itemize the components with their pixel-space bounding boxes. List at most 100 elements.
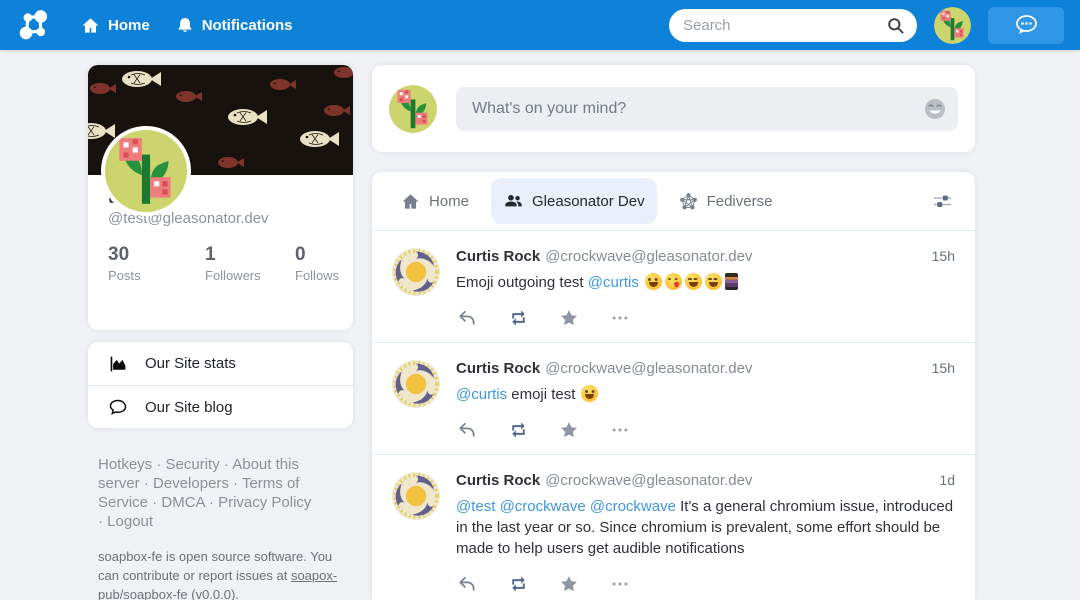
home-icon xyxy=(81,16,100,35)
post-author-name[interactable]: Curtis Rock xyxy=(456,472,540,489)
main-column: Home Gleasonator Dev Fediverse Curtis Ro… xyxy=(372,65,975,600)
area-chart-icon xyxy=(108,355,128,373)
footer-link[interactable]: Developers xyxy=(153,475,229,492)
reply-button[interactable] xyxy=(456,307,478,329)
post-header: Curtis Rock @crockwave@gleasonator.dev 1… xyxy=(456,248,955,265)
nav-item-notifications[interactable]: Notifications xyxy=(176,16,293,35)
repost-button[interactable] xyxy=(507,307,529,329)
footer-link[interactable]: DMCA xyxy=(161,494,204,511)
footer-link[interactable]: Logout xyxy=(107,513,153,530)
post-content: @test @crockwave @crockwave It's a gener… xyxy=(456,496,955,559)
site-blog-label: Our Site blog xyxy=(145,399,233,416)
tab-fediverse[interactable]: Fediverse xyxy=(667,178,785,225)
search-input[interactable] xyxy=(669,9,917,42)
post: Curtis Rock @crockwave@gleasonator.dev 1… xyxy=(372,454,975,600)
stat-followers-label: Followers xyxy=(205,268,295,283)
tab-home[interactable]: Home xyxy=(389,178,481,225)
stat-followers[interactable]: 1 Followers xyxy=(205,244,295,283)
speech-bubble-icon xyxy=(108,398,128,416)
timeline-posts: Curtis Rock @crockwave@gleasonator.dev 1… xyxy=(372,230,975,600)
compose-input[interactable] xyxy=(456,87,958,131)
fediverse-icon xyxy=(679,192,698,211)
tab-gleasonator-dev[interactable]: Gleasonator Dev xyxy=(491,178,657,224)
footer-link[interactable]: Hotkeys xyxy=(98,456,152,473)
grin-emoji xyxy=(685,273,702,290)
mention-link[interactable]: @curtis xyxy=(588,274,639,291)
nav-notifications-label: Notifications xyxy=(202,17,293,34)
primary-nav: Home Notifications xyxy=(68,16,306,35)
repost-button[interactable] xyxy=(507,419,529,441)
smile-emoji xyxy=(645,273,662,290)
post-author-avatar[interactable] xyxy=(392,472,440,520)
post-content: Emoji outgoing test @curtis xyxy=(456,272,955,293)
mention-link[interactable]: @test xyxy=(456,498,495,515)
post-author-name[interactable]: Curtis Rock xyxy=(456,248,540,265)
stat-follows-label: Follows xyxy=(295,268,339,283)
post-actions xyxy=(456,573,955,595)
mention-link[interactable]: @crockwave xyxy=(590,498,676,515)
search-wrap xyxy=(669,9,917,42)
sliders-icon xyxy=(932,192,953,211)
post-author-handle: @crockwave@gleasonator.dev xyxy=(545,360,752,377)
stat-posts-label: Posts xyxy=(108,268,205,283)
footer-links: Hotkeys · Security · About this server ·… xyxy=(98,455,320,531)
footer-link[interactable]: Security xyxy=(166,456,220,473)
post-author-avatar[interactable] xyxy=(392,248,440,296)
post-text: emoji test xyxy=(507,386,580,403)
timeline-settings-button[interactable] xyxy=(932,192,953,211)
chat-bubble-icon xyxy=(1012,13,1040,37)
smile-emoji xyxy=(581,385,598,402)
site-stats-link[interactable]: Our Site stats xyxy=(88,342,353,385)
favourite-button[interactable] xyxy=(558,307,580,329)
compose-card xyxy=(372,65,975,152)
stat-follows-value: 0 xyxy=(295,244,339,266)
stat-follows[interactable]: 0 Follows xyxy=(295,244,339,283)
nav-item-home[interactable]: Home xyxy=(81,16,150,35)
timeline-tabbar: Home Gleasonator Dev Fediverse xyxy=(372,172,975,230)
more-button[interactable] xyxy=(609,307,631,329)
reply-button[interactable] xyxy=(456,419,478,441)
emoji-picker-button[interactable] xyxy=(924,98,946,120)
post-author-handle: @crockwave@gleasonator.dev xyxy=(545,472,752,489)
footer-link[interactable]: Privacy Policy xyxy=(218,494,311,511)
soapbox-logo-icon[interactable] xyxy=(16,7,52,43)
post-author-handle: @crockwave@gleasonator.dev xyxy=(545,248,752,265)
stat-posts-value: 30 xyxy=(108,244,205,266)
more-button[interactable] xyxy=(609,419,631,441)
post-author-avatar[interactable] xyxy=(392,360,440,408)
profile-card: test @test@gleasonator.dev 30 Posts 1 Fo… xyxy=(88,65,353,330)
repost-button[interactable] xyxy=(507,573,529,595)
post-timestamp[interactable]: 15h xyxy=(932,360,955,376)
sidebar-footer: Hotkeys · Security · About this server ·… xyxy=(88,455,353,600)
compose-avatar[interactable] xyxy=(389,85,437,133)
mention-link[interactable]: @crockwave xyxy=(500,498,586,515)
mention-link[interactable]: @curtis xyxy=(456,386,507,403)
timeline-card: Home Gleasonator Dev Fediverse Curtis Ro… xyxy=(372,172,975,600)
users-icon xyxy=(503,192,523,210)
search-icon[interactable] xyxy=(886,16,905,35)
site-stats-label: Our Site stats xyxy=(145,355,236,372)
post-header: Curtis Rock @crockwave@gleasonator.dev 1… xyxy=(456,472,955,489)
favourite-button[interactable] xyxy=(558,573,580,595)
post-timestamp[interactable]: 1d xyxy=(939,472,955,488)
post-body: Curtis Rock @crockwave@gleasonator.dev 1… xyxy=(456,248,955,329)
post-text xyxy=(639,274,643,291)
chat-button[interactable] xyxy=(988,7,1064,44)
post-author-name[interactable]: Curtis Rock xyxy=(456,360,540,377)
profile-avatar[interactable] xyxy=(101,126,191,216)
stat-followers-value: 1 xyxy=(205,244,295,266)
tab-gleasonator-dev-label: Gleasonator Dev xyxy=(532,193,645,210)
post-header: Curtis Rock @crockwave@gleasonator.dev 1… xyxy=(456,360,955,377)
post-text: Emoji outgoing test xyxy=(456,274,588,291)
favourite-button[interactable] xyxy=(558,419,580,441)
post-actions xyxy=(456,307,955,329)
site-blog-link[interactable]: Our Site blog xyxy=(88,385,353,428)
reply-button[interactable] xyxy=(456,573,478,595)
navbar-user-avatar[interactable] xyxy=(934,7,971,44)
post-timestamp[interactable]: 15h xyxy=(932,248,955,264)
more-button[interactable] xyxy=(609,573,631,595)
post-content: @curtis emoji test xyxy=(456,384,955,405)
nav-home-label: Home xyxy=(108,17,150,34)
post: Curtis Rock @crockwave@gleasonator.dev 1… xyxy=(372,342,975,454)
stat-posts[interactable]: 30 Posts xyxy=(108,244,205,283)
